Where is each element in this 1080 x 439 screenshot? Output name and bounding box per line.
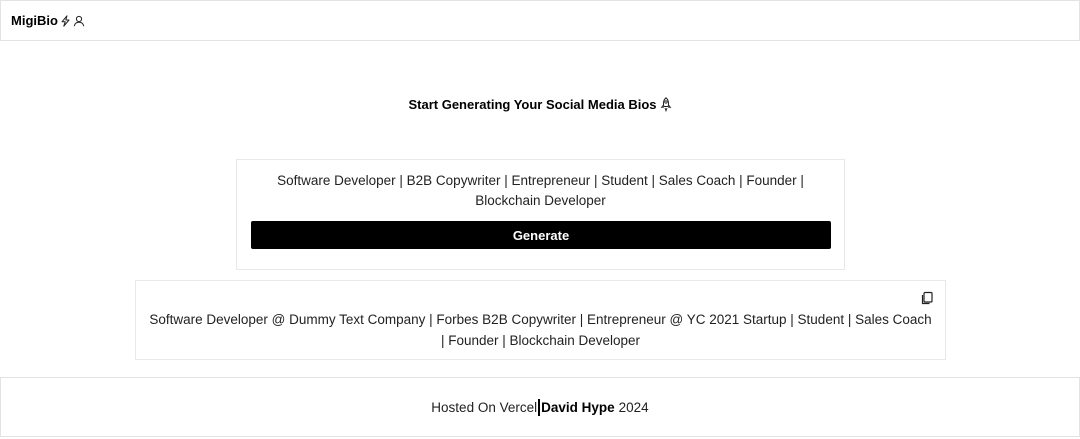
result-card: Software Developer @ Dummy Text Company … (135, 280, 946, 360)
bolt-icon (61, 14, 70, 27)
user-icon[interactable] (73, 15, 85, 27)
generate-button[interactable]: Generate (251, 221, 831, 249)
footer: Hosted On Vercel David Hype 2024 (0, 377, 1080, 437)
page-title: Start Generating Your Social Media Bios (0, 97, 1080, 112)
footer-divider (538, 398, 541, 416)
author-link[interactable]: David Hype (541, 400, 615, 415)
page-title-text: Start Generating Your Social Media Bios (408, 97, 657, 112)
generated-bio-text: Software Developer @ Dummy Text Company … (149, 312, 932, 348)
copy-icon[interactable] (920, 291, 934, 305)
bio-input-card: Software Developer | B2B Copywriter | En… (236, 159, 845, 270)
footer-year: 2024 (618, 399, 649, 415)
brand[interactable]: MigiBio (11, 13, 85, 28)
bio-input[interactable]: Software Developer | B2B Copywriter | En… (251, 171, 830, 211)
rocket-icon (660, 97, 671, 112)
brand-name[interactable]: MigiBio (11, 13, 58, 28)
hosted-text: Hosted On Vercel (431, 399, 538, 415)
navbar: MigiBio (0, 0, 1080, 41)
